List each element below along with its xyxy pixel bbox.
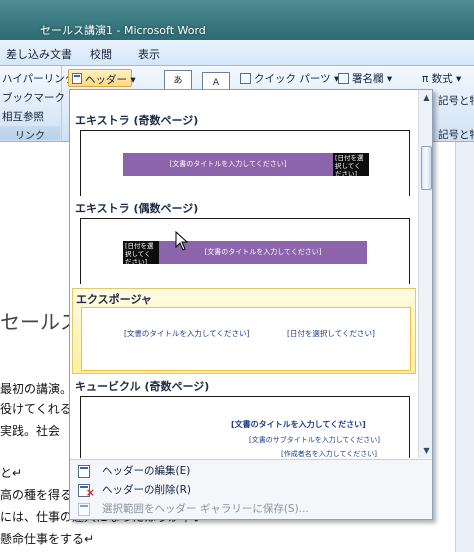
symbol-button[interactable]: 記号と特 bbox=[438, 93, 474, 108]
signature-label: 署名欄 ▾ bbox=[352, 73, 393, 85]
header-button-label: ヘッダー ▾ bbox=[85, 74, 136, 86]
doc-line: 実践。社会 bbox=[0, 424, 61, 438]
quick-parts-label: クイック パーツ ▾ bbox=[254, 73, 340, 85]
header-gallery-dropdown: エキストラ (奇数ページ) [文書のタイトルを入力してください] [日付を選択し… bbox=[69, 89, 433, 520]
quick-parts-icon bbox=[240, 73, 251, 84]
hyperlink-button[interactable]: ハイパーリンク bbox=[2, 71, 75, 86]
title-band: [文書のタイトルを入力してください] bbox=[123, 153, 333, 176]
window-title: セールス講演1 - Microsoft Word bbox=[40, 24, 206, 37]
title-bar: セールス講演1 - Microsoft Word bbox=[0, 0, 474, 40]
edit-header-icon bbox=[78, 465, 90, 478]
scroll-up-icon[interactable]: ▲ bbox=[419, 90, 432, 105]
delete-header-label: ヘッダーの削除(R) bbox=[102, 484, 191, 496]
header-gallery: エキストラ (奇数ページ) [文書のタイトルを入力してください] [日付を選択し… bbox=[70, 90, 418, 458]
gallery-item-title: エクスポージャ bbox=[76, 293, 152, 306]
save-to-gallery-icon bbox=[78, 503, 90, 516]
doc-line: 高の種を得る bbox=[0, 488, 73, 502]
edit-header-label: ヘッダーの編集(E) bbox=[102, 465, 191, 477]
scroll-down-icon[interactable]: ▼ bbox=[419, 443, 432, 458]
header-menu: ヘッダーの編集(E) ヘッダーの削除(R) 選択範囲をヘッダー ギャラリーに保存… bbox=[70, 459, 432, 519]
gallery-thumbnail: [文書のタイトルを入力してください] [日付を選択してください] bbox=[81, 307, 411, 371]
ribbon-tabs: 差し込み文書 校閲 表示 bbox=[0, 40, 474, 66]
bookmark-button[interactable]: ブックマーク bbox=[2, 90, 65, 105]
tab-review[interactable]: 校閲 bbox=[90, 46, 112, 62]
mouse-cursor-icon bbox=[175, 231, 189, 251]
symbol-group-label: 記号と特 bbox=[438, 129, 474, 141]
gallery-scrollbar[interactable]: ▲ ▼ bbox=[418, 90, 432, 458]
gallery-item-title: エキストラ (偶数ページ) bbox=[75, 202, 199, 215]
gallery-item-extra-even[interactable]: エキストラ (偶数ページ) [日付を選択してください] [文書のタイトルを入力し… bbox=[72, 196, 416, 284]
tab-view[interactable]: 表示 bbox=[138, 46, 160, 62]
gallery-thumbnail: [文書のタイトルを入力してください] [日付を選択してください] bbox=[80, 130, 410, 196]
cross-reference-button[interactable]: 相互参照 bbox=[2, 109, 44, 124]
title-placeholder: [文書のタイトルを入力してください] bbox=[124, 329, 250, 338]
date-placeholder: [日付を選択してください] bbox=[287, 329, 375, 338]
doc-heading: セールス bbox=[0, 310, 80, 334]
signature-button[interactable]: 署名欄 ▾ bbox=[338, 71, 392, 86]
gallery-item-title: キュービクル (奇数ページ) bbox=[75, 380, 210, 393]
gallery-item-cubicle-odd[interactable]: キュービクル (奇数ページ) [文書のタイトルを入力してください] [文書のサブ… bbox=[72, 374, 416, 458]
links-group: ハイパーリンク ブックマーク 相互参照 リンク bbox=[0, 66, 75, 142]
save-to-gallery-label: 選択範囲をヘッダー ギャラリーに保存(S)... bbox=[102, 503, 309, 515]
links-group-label: リンク bbox=[0, 126, 60, 142]
subtitle-placeholder: [文書のサブタイトルを入力してください] bbox=[249, 436, 381, 444]
signature-icon bbox=[338, 73, 349, 84]
scroll-thumb[interactable] bbox=[421, 146, 432, 190]
doc-line: 役けてくれる bbox=[0, 402, 72, 416]
gallery-thumbnail: [文書のタイトルを入力してください] [文書のサブタイトルを入力してください] … bbox=[80, 396, 410, 458]
doc-line: 懸命仕事をする↵ bbox=[0, 532, 95, 546]
header-icon bbox=[72, 73, 82, 84]
edit-header-item[interactable]: ヘッダーの編集(E) bbox=[70, 462, 432, 481]
save-to-gallery-item: 選択範囲をヘッダー ギャラリーに保存(S)... bbox=[70, 500, 432, 519]
equation-button[interactable]: π 数式 ▾ bbox=[422, 71, 461, 86]
header-button[interactable]: ヘッダー ▾ bbox=[68, 69, 136, 87]
author-placeholder: [作成者名を入力してください] bbox=[281, 450, 378, 458]
delete-header-item[interactable]: ヘッダーの削除(R) bbox=[70, 481, 432, 502]
title-placeholder: [文書のタイトルを入力してください] bbox=[231, 420, 366, 429]
vertical-scrollbar[interactable] bbox=[455, 142, 474, 552]
gallery-item-title: エキストラ (奇数ページ) bbox=[75, 114, 199, 127]
tab-mailings[interactable]: 差し込み文書 bbox=[6, 46, 72, 62]
title-band: [文書のタイトルを入力してください] bbox=[159, 241, 367, 264]
doc-line: 最初の講演。 bbox=[0, 382, 73, 396]
gallery-item-extra-odd[interactable]: エキストラ (奇数ページ) [文書のタイトルを入力してください] [日付を選択し… bbox=[72, 108, 416, 196]
gallery-item-exposure[interactable]: エクスポージャ [文書のタイトルを入力してください] [日付を選択してください] bbox=[72, 288, 416, 374]
date-box: [日付を選択してください] bbox=[333, 153, 369, 178]
delete-header-icon bbox=[78, 483, 95, 502]
quick-parts-button[interactable]: クイック パーツ ▾ bbox=[240, 71, 339, 86]
gallery-thumbnail: [日付を選択してください] [文書のタイトルを入力してください] bbox=[80, 218, 410, 284]
doc-line: と↵ bbox=[0, 466, 23, 480]
date-box: [日付を選択してください] bbox=[123, 241, 159, 266]
